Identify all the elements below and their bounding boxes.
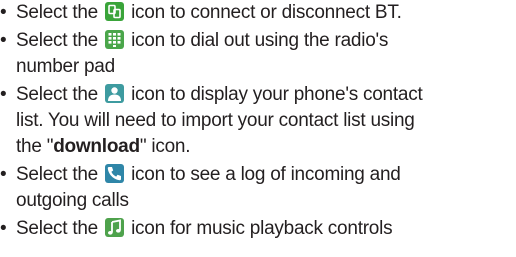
- item-text-pre: Select the: [16, 2, 98, 23]
- bullet-dot: •: [0, 30, 7, 51]
- text-quote-close: " icon.: [139, 136, 191, 157]
- item-text-post: icon to connect or disconnect BT.: [131, 2, 402, 23]
- number-pad-icon: [105, 30, 125, 49]
- line-continued: outgoing calls: [16, 190, 129, 211]
- line: Select the icon for music playback contr…: [16, 216, 516, 242]
- list-item-contacts: • Select the icon to display your phone'…: [0, 82, 516, 160]
- bullet-dot: •: [0, 164, 7, 185]
- item-text-pre: Select the: [16, 84, 98, 105]
- instruction-list: • Select the icon to connect or disconne…: [0, 0, 516, 242]
- line: Select the icon to see a log of incoming…: [16, 162, 516, 188]
- item-text-post: icon to dial out using the radio's: [131, 30, 389, 51]
- download-keyword: download: [53, 136, 140, 157]
- line: Select the icon to display your phone's …: [16, 82, 516, 108]
- list-item-music: • Select the icon for music playback con…: [0, 216, 516, 242]
- music-note-icon: [105, 218, 125, 237]
- text-quote-open: the ": [16, 136, 54, 157]
- list-item-call-log: • Select the icon to see a log of incomi…: [0, 162, 516, 214]
- item-text-pre: Select the: [16, 30, 98, 51]
- bullet-dot: •: [0, 218, 7, 239]
- bullet-dot: •: [0, 2, 7, 23]
- bluetooth-connect-icon: [105, 2, 125, 21]
- list-item-bluetooth: • Select the icon to connect or disconne…: [0, 0, 516, 26]
- item-text-post: icon to see a log of incoming and: [131, 164, 401, 185]
- item-text-post: icon to display your phone's contact: [131, 84, 423, 105]
- line: Select the icon to connect or disconnect…: [16, 0, 516, 26]
- bullet-dot: •: [0, 84, 7, 105]
- line-continued: list. You will need to import your conta…: [16, 110, 415, 131]
- line-continued: the "download" icon.: [16, 134, 516, 160]
- item-text-pre: Select the: [16, 218, 98, 239]
- item-text-post: icon for music playback controls: [131, 218, 393, 239]
- contact-person-icon: [105, 84, 125, 103]
- item-text-pre: Select the: [16, 164, 98, 185]
- line: Select the icon to dial out using the ra…: [16, 28, 516, 54]
- line-continued: number pad: [16, 56, 115, 77]
- call-log-phone-icon: [105, 164, 125, 183]
- list-item-number-pad: • Select the icon to dial out using the …: [0, 28, 516, 80]
